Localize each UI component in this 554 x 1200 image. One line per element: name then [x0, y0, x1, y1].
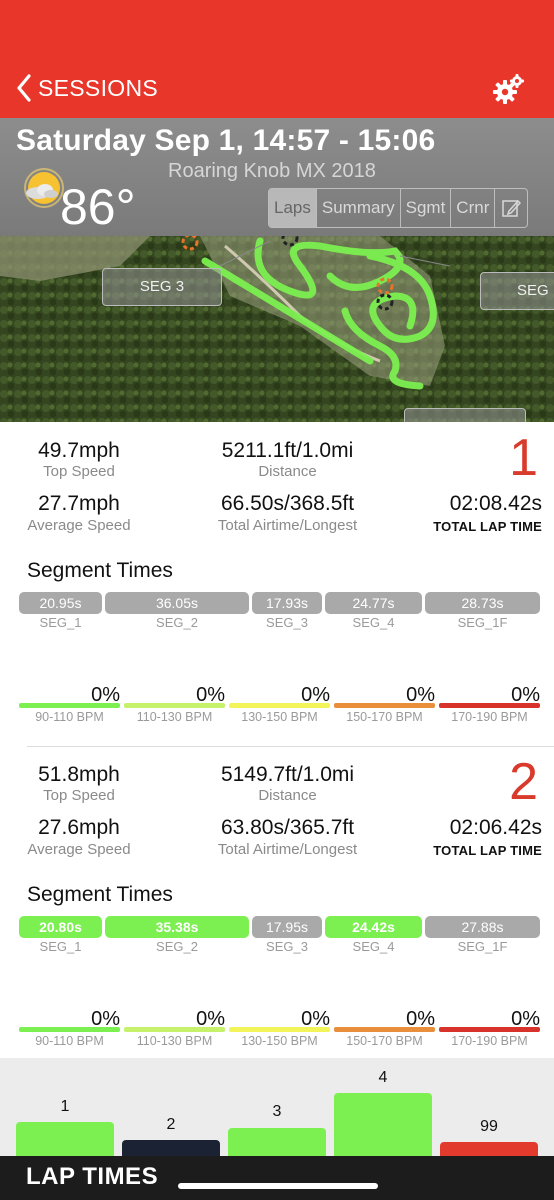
avg-speed-value: 27.6mph — [38, 816, 120, 839]
total-lap-time-value: 02:08.42s — [449, 492, 542, 515]
tab-laps[interactable]: Laps — [269, 189, 317, 227]
bpm-zone-label: 130-150 BPM — [241, 1034, 318, 1048]
total-lap-time-label: TOTAL LAP TIME — [433, 843, 542, 858]
track-name: Roaring Knob MX 2018 — [168, 160, 376, 182]
settings-gear-icon[interactable] — [492, 72, 526, 106]
segment-label: SEG_1F — [457, 615, 508, 630]
bpm-zone-bar — [124, 1027, 225, 1032]
bpm-zone-label: 150-170 BPM — [346, 1034, 423, 1048]
segment-time-pill[interactable]: 20.95s — [19, 592, 102, 614]
segment-time-pill[interactable]: 27.88s — [425, 916, 540, 938]
lap-number: 2 — [509, 753, 538, 811]
home-indicator[interactable] — [178, 1183, 378, 1189]
lap-times-title[interactable]: LAP TIMES — [26, 1163, 158, 1191]
chevron-left-icon — [17, 74, 31, 102]
segment-label: SEG_3 — [266, 615, 308, 630]
bpm-zone-bar — [229, 1027, 330, 1032]
bpm-zone-bar — [124, 703, 225, 708]
segment-times-title: Segment Times — [27, 559, 173, 582]
back-button[interactable]: SESSIONS — [16, 74, 158, 102]
bpm-zone-bar — [334, 703, 435, 708]
bpm-zone-label: 90-110 BPM — [35, 1034, 104, 1048]
distance-value: 5149.7ft/1.0mi — [220, 763, 355, 786]
avg-speed-value: 27.7mph — [38, 492, 120, 515]
segment-time-pill[interactable]: 17.95s — [252, 916, 322, 938]
distance-label: Distance — [258, 463, 317, 480]
top-speed-value: 51.8mph — [38, 763, 120, 786]
lap-bar-label: 3 — [272, 1103, 282, 1120]
edit-icon — [502, 199, 522, 217]
view-segmented-control: Laps Summary Sgmt Crnr — [268, 188, 529, 228]
satellite-track-image — [0, 236, 554, 422]
tab-summary[interactable]: Summary — [317, 189, 401, 227]
segment-time-pill[interactable]: 24.42s — [325, 916, 422, 938]
airtime-value: 66.50s/368.5ft — [220, 492, 355, 515]
top-speed-label: Top Speed — [43, 463, 115, 480]
avg-speed-label: Average Speed — [27, 517, 131, 534]
lap-bar-label: 4 — [378, 1069, 388, 1086]
section-divider — [27, 746, 554, 747]
segment-label: SEG_4 — [352, 939, 395, 954]
segment-label: SEG_1F — [457, 939, 508, 954]
bpm-zone-label: 110-130 BPM — [136, 1034, 213, 1048]
track-map[interactable]: SEG 3 SEG — [0, 236, 554, 422]
tab-sgmt[interactable]: Sgmt — [401, 189, 452, 227]
lap-bar-label: 2 — [166, 1116, 176, 1133]
bpm-zone-label: 110-130 BPM — [136, 710, 213, 724]
airtime-label: Total Airtime/Longest — [217, 841, 358, 858]
bpm-zone-bar — [19, 1027, 120, 1032]
map-seg-label-seg3[interactable]: SEG 3 — [102, 268, 222, 306]
segment-time-pill[interactable]: 17.93s — [252, 592, 322, 614]
edit-button[interactable] — [495, 189, 527, 227]
airtime-value: 63.80s/365.7ft — [220, 816, 355, 839]
bpm-zone-label: 90-110 BPM — [35, 710, 104, 724]
lap-number: 1 — [509, 429, 538, 487]
lap-bar-label: 99 — [480, 1118, 498, 1135]
bpm-zone-bar — [439, 703, 540, 708]
segment-label: SEG_3 — [266, 939, 308, 954]
segment-label: SEG_1 — [39, 939, 82, 954]
lap-bar-label: 1 — [60, 1098, 70, 1115]
segment-times-title: Segment Times — [27, 883, 173, 906]
back-label: SESSIONS — [38, 74, 158, 101]
segment-label: SEG_4 — [352, 615, 395, 630]
distance-value: 5211.1ft/1.0mi — [221, 439, 354, 462]
airtime-label: Total Airtime/Longest — [217, 517, 358, 534]
bpm-zone-bar — [229, 703, 330, 708]
bpm-zone-bar — [334, 1027, 435, 1032]
segment-label: SEG_2 — [156, 615, 198, 630]
bpm-zone-bar — [19, 703, 120, 708]
segment-time-pill[interactable]: 36.05s — [105, 592, 249, 614]
session-title: Saturday Sep 1, 14:57 - 15:06 — [16, 124, 436, 157]
distance-label: Distance — [258, 787, 317, 804]
total-lap-time-label: TOTAL LAP TIME — [433, 519, 542, 534]
top-speed-label: Top Speed — [43, 787, 115, 804]
bpm-zone-label: 170-190 BPM — [451, 710, 528, 724]
segment-time-pill[interactable]: 24.77s — [325, 592, 422, 614]
top-speed-value: 49.7mph — [38, 439, 120, 462]
temperature: 86° — [60, 179, 136, 235]
bpm-zone-label: 130-150 BPM — [241, 710, 318, 724]
bpm-zone-label: 150-170 BPM — [346, 710, 423, 724]
segment-label: SEG_2 — [156, 939, 198, 954]
bpm-zone-label: 170-190 BPM — [451, 1034, 528, 1048]
map-seg-label-partial[interactable] — [404, 408, 526, 422]
segment-time-pill[interactable]: 28.73s — [425, 592, 540, 614]
segment-label: SEG_1 — [39, 615, 82, 630]
bpm-zone-bar — [439, 1027, 540, 1032]
map-seg-label-seg[interactable]: SEG — [480, 272, 554, 310]
avg-speed-label: Average Speed — [27, 841, 131, 858]
segment-time-pill[interactable]: 20.80s — [19, 916, 102, 938]
segment-time-pill[interactable]: 35.38s — [105, 916, 249, 938]
tab-crnr[interactable]: Crnr — [451, 189, 496, 227]
total-lap-time-value: 02:06.42s — [449, 816, 542, 839]
